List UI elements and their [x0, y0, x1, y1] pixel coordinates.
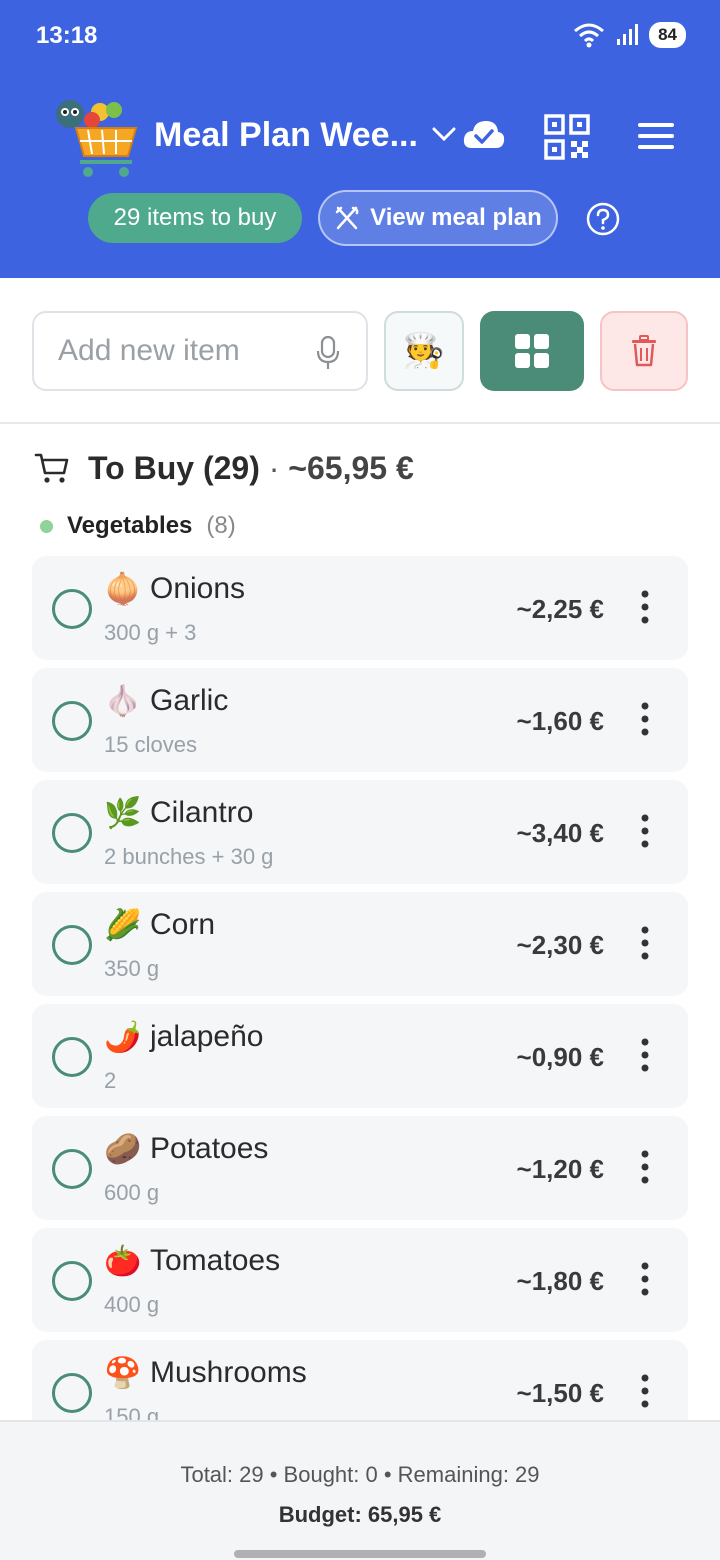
- more-vertical-icon[interactable]: [640, 1262, 650, 1296]
- item-price: ~1,60 €: [516, 706, 604, 736]
- status-time: 13:18: [36, 22, 98, 49]
- chili-pepper-icon: 🌶️: [104, 1021, 142, 1054]
- herb-icon: 🌿: [104, 797, 142, 830]
- section-separator: ·: [268, 449, 280, 486]
- item-name: Garlic: [150, 684, 229, 717]
- add-item-field[interactable]: [32, 311, 368, 391]
- signal-icon: [617, 24, 639, 45]
- item-price: ~2,25 €: [516, 594, 604, 624]
- to-buy-section-header: To Buy (29) · ~65,95 €: [34, 446, 414, 490]
- list-item[interactable]: 🍅 Tomatoes 400 g ~1,80 €: [32, 1228, 688, 1332]
- list-item[interactable]: 🥔 Potatoes 600 g ~1,20 €: [32, 1116, 688, 1220]
- category-dot: [40, 519, 53, 533]
- category-name: Vegetables: [67, 512, 193, 539]
- summary-footer: Total: 29 • Bought: 0 • Remaining: 29 Bu…: [0, 1420, 720, 1560]
- item-quantity: 2: [104, 1068, 117, 1093]
- list-item[interactable]: 🧅 Onions 300 g + 3 ~2,25 €: [32, 556, 688, 660]
- section-title-label: To Buy (29): [88, 449, 260, 486]
- item-price: ~1,80 €: [516, 1266, 604, 1296]
- help-icon[interactable]: [586, 202, 620, 236]
- qr-code-icon[interactable]: [544, 114, 590, 160]
- app-logo-icon: [56, 100, 138, 177]
- more-vertical-icon[interactable]: [640, 926, 650, 960]
- item-quantity: 300 g + 3: [104, 620, 197, 645]
- grid-view-button[interactable]: [480, 311, 584, 391]
- item-quantity: 15 cloves: [104, 732, 197, 757]
- chevron-down-icon[interactable]: [430, 124, 458, 144]
- items-to-buy-badge: 29 items to buy: [88, 193, 302, 243]
- item-checkbox[interactable]: [52, 589, 92, 629]
- onion-icon: 🧅: [104, 573, 142, 606]
- item-price: ~3,40 €: [516, 818, 604, 848]
- list-item[interactable]: 🌽 Corn 350 g ~2,30 €: [32, 892, 688, 996]
- delete-button[interactable]: [600, 311, 688, 391]
- cart-icon: [34, 453, 69, 483]
- more-vertical-icon[interactable]: [640, 1374, 650, 1408]
- list-item[interactable]: 🧄 Garlic 15 cloves ~1,60 €: [32, 668, 688, 772]
- item-price: ~2,30 €: [516, 930, 604, 960]
- list-title[interactable]: Meal Plan Wee...: [154, 116, 418, 155]
- more-vertical-icon[interactable]: [640, 1150, 650, 1184]
- more-vertical-icon[interactable]: [640, 1038, 650, 1072]
- item-quantity: 2 bunches + 30 g: [104, 844, 274, 869]
- list-item[interactable]: 🌶️ jalapeño 2 ~0,90 €: [32, 1004, 688, 1108]
- mushroom-icon: 🍄: [104, 1357, 142, 1390]
- garlic-icon: 🧄: [104, 685, 142, 718]
- trash-icon: [632, 335, 656, 367]
- more-vertical-icon[interactable]: [640, 702, 650, 736]
- footer-stats: Total: 29 • Bought: 0 • Remaining: 29: [180, 1462, 540, 1487]
- chef-assistant-button[interactable]: 🧑‍🍳: [384, 311, 464, 391]
- item-price: ~1,50 €: [516, 1378, 604, 1408]
- view-meal-plan-label: View meal plan: [370, 204, 542, 231]
- item-name: Cilantro: [150, 796, 254, 829]
- status-bar: 13:18 84: [0, 0, 720, 72]
- tomato-icon: 🍅: [104, 1245, 142, 1278]
- item-name: jalapeño: [150, 1020, 264, 1053]
- item-name: Corn: [150, 908, 216, 941]
- item-checkbox[interactable]: [52, 1373, 92, 1413]
- grid-icon: [515, 334, 549, 368]
- item-checkbox[interactable]: [52, 1149, 92, 1189]
- wifi-icon: [574, 23, 605, 48]
- item-quantity: 150 g: [104, 1404, 160, 1420]
- chef-icon: 🧑‍🍳: [402, 332, 446, 370]
- fork-knife-icon: [335, 206, 359, 230]
- list-item[interactable]: 🍄 Mushrooms 150 g ~1,50 €: [32, 1340, 688, 1420]
- item-price: ~0,90 €: [516, 1042, 604, 1072]
- item-checkbox[interactable]: [52, 813, 92, 853]
- battery-indicator: 84: [649, 22, 686, 48]
- item-quantity: 600 g: [104, 1180, 160, 1205]
- add-item-input[interactable]: [58, 329, 308, 373]
- potato-icon: 🥔: [104, 1133, 142, 1166]
- item-checkbox[interactable]: [52, 701, 92, 741]
- item-name: Mushrooms: [150, 1356, 307, 1389]
- status-icons: 84: [573, 22, 686, 48]
- home-indicator[interactable]: [234, 1550, 486, 1558]
- category-header[interactable]: Vegetables (8): [40, 512, 236, 540]
- item-name: Tomatoes: [150, 1244, 281, 1277]
- cloud-synced-icon[interactable]: [462, 118, 506, 152]
- list-item[interactable]: 🌿 Cilantro 2 bunches + 30 g ~3,40 €: [32, 780, 688, 884]
- item-name: Potatoes: [150, 1132, 269, 1165]
- item-checkbox[interactable]: [52, 1037, 92, 1077]
- item-name: Onions: [150, 572, 246, 605]
- category-count: (8): [206, 512, 236, 539]
- microphone-icon[interactable]: [316, 335, 340, 371]
- view-meal-plan-button[interactable]: View meal plan: [318, 190, 558, 246]
- toolbar: 🧑‍🍳: [0, 278, 720, 424]
- more-vertical-icon[interactable]: [640, 814, 650, 848]
- section-total: ~65,95 €: [288, 449, 414, 486]
- item-checkbox[interactable]: [52, 925, 92, 965]
- footer-budget: Budget: 65,95 €: [278, 1502, 442, 1527]
- section-title: To Buy (29) · ~65,95 €: [88, 450, 414, 487]
- item-checkbox[interactable]: [52, 1261, 92, 1301]
- corn-icon: 🌽: [104, 909, 142, 942]
- shopping-list: 🧅 Onions 300 g + 3 ~2,25 € 🧄 Garlic 15 c…: [32, 556, 688, 1420]
- item-price: ~1,20 €: [516, 1154, 604, 1184]
- item-quantity: 400 g: [104, 1292, 160, 1317]
- app-header: 13:18 84 Meal Plan Wee... 29 items to bu…: [0, 0, 720, 278]
- hamburger-menu-icon[interactable]: [636, 120, 676, 152]
- more-vertical-icon[interactable]: [640, 590, 650, 624]
- item-quantity: 350 g: [104, 956, 160, 981]
